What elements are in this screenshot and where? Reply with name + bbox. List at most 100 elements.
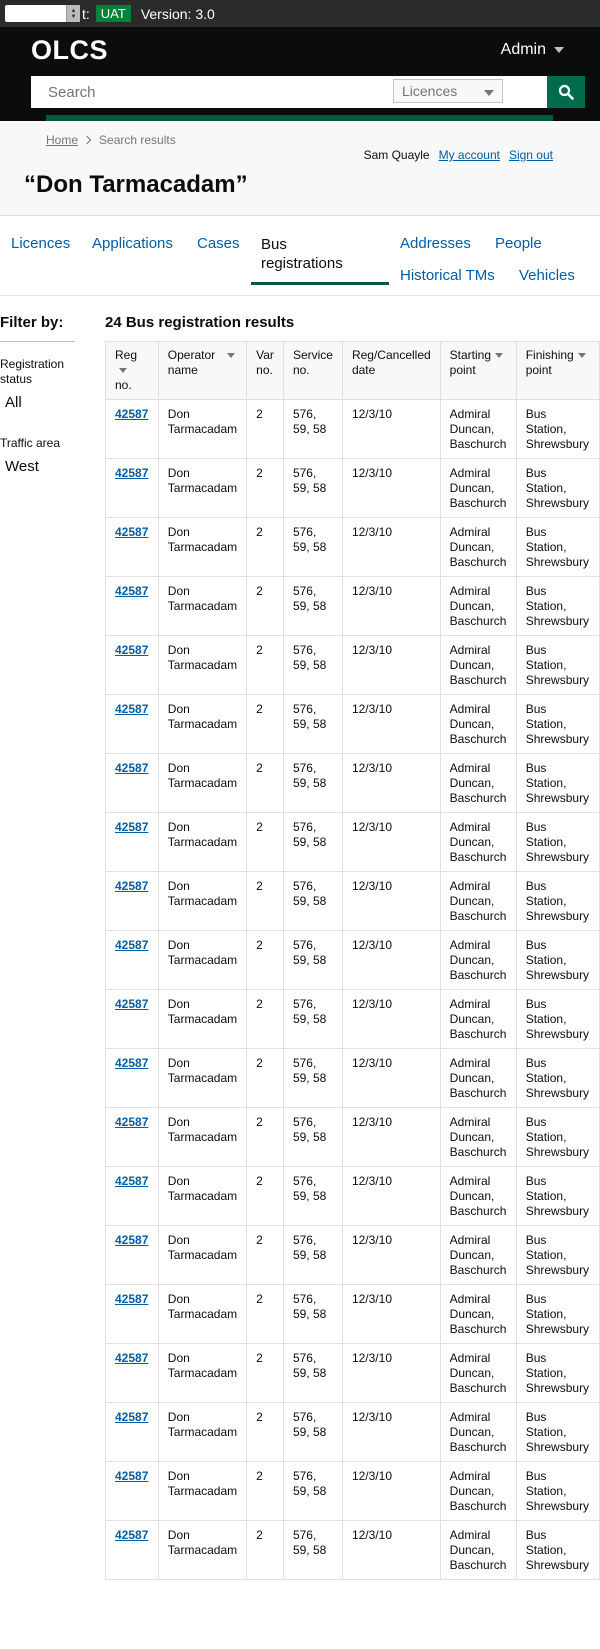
reg-no-link[interactable]: 42587 bbox=[115, 1115, 148, 1129]
cell-starting-point: Admiral Duncan, Baschurch bbox=[439, 635, 517, 695]
cell-date: 12/3/10 bbox=[341, 694, 441, 754]
column-header-var-no[interactable]: Var no. bbox=[246, 341, 284, 400]
column-header-reg-no[interactable]: Reg no. bbox=[105, 341, 159, 400]
reg-no-link[interactable]: 42587 bbox=[115, 702, 148, 716]
cell-date: 12/3/10 bbox=[341, 399, 441, 459]
reg-no-link[interactable]: 42587 bbox=[115, 1233, 148, 1247]
tab-licences[interactable]: Licences bbox=[11, 235, 70, 252]
column-header-reg-cancelled-date[interactable]: Reg/Cancelled date bbox=[341, 341, 441, 400]
cell-operator-name: Don Tarmacadam bbox=[157, 576, 248, 636]
filter-registration-status-value[interactable]: All bbox=[5, 394, 22, 411]
cell-finishing-point: Bus Station, Shrewsbury bbox=[515, 1284, 600, 1344]
table-row: 42587 Don Tarmacadam 2 576, 59, 58 12/3/10… bbox=[105, 930, 600, 990]
environment-label: t: bbox=[82, 5, 90, 22]
reg-no-link[interactable]: 42587 bbox=[115, 820, 148, 834]
column-header-starting-point[interactable]: Starting point bbox=[439, 341, 517, 400]
cell-reg-no: 42587 bbox=[105, 1166, 159, 1226]
cell-reg-no: 42587 bbox=[105, 1107, 159, 1167]
table-row: 42587 Don Tarmacadam 2 576, 59, 58 12/3/10… bbox=[105, 871, 600, 931]
filter-registration-status-label: Registration status bbox=[0, 357, 65, 386]
reg-no-link[interactable]: 42587 bbox=[115, 1528, 148, 1542]
cell-starting-point: Admiral Duncan, Baschurch bbox=[439, 517, 517, 577]
cell-operator-name: Don Tarmacadam bbox=[157, 517, 248, 577]
column-header-finishing-point[interactable]: Finishing point bbox=[515, 341, 600, 400]
cell-var-no: 2 bbox=[246, 1107, 284, 1167]
sign-out-link[interactable]: Sign out bbox=[509, 148, 553, 162]
table-row: 42587 Don Tarmacadam 2 576, 59, 58 12/3/10… bbox=[105, 812, 600, 872]
filter-traffic-area-label: Traffic area bbox=[0, 436, 61, 450]
environment-select[interactable]: ▲ ▼ bbox=[5, 5, 80, 22]
cell-reg-no: 42587 bbox=[105, 1225, 159, 1285]
tab-people[interactable]: People bbox=[495, 235, 542, 252]
cell-reg-no: 42587 bbox=[105, 1461, 159, 1521]
column-header-operator-name[interactable]: Operator name bbox=[157, 341, 248, 400]
cell-var-no: 2 bbox=[246, 812, 284, 872]
cell-reg-no: 42587 bbox=[105, 399, 159, 459]
cell-reg-no: 42587 bbox=[105, 1343, 159, 1403]
reg-no-link[interactable]: 42587 bbox=[115, 643, 148, 657]
cell-finishing-point: Bus Station, Shrewsbury bbox=[515, 635, 600, 695]
search-button[interactable] bbox=[547, 76, 585, 108]
sort-icon bbox=[577, 353, 586, 359]
cell-reg-no: 42587 bbox=[105, 1520, 159, 1580]
sort-icon bbox=[119, 368, 127, 374]
cell-starting-point: Admiral Duncan, Baschurch bbox=[439, 930, 517, 990]
reg-no-link[interactable]: 42587 bbox=[115, 466, 148, 480]
table-row: 42587 Don Tarmacadam 2 576, 59, 58 12/3/10… bbox=[105, 1225, 600, 1285]
cell-finishing-point: Bus Station, Shrewsbury bbox=[515, 694, 600, 754]
cell-var-no: 2 bbox=[246, 458, 284, 518]
my-account-link[interactable]: My account bbox=[439, 148, 500, 162]
results-table: Reg no. Operator name Var no. Service no. Re… bbox=[105, 341, 600, 1580]
cell-operator-name: Don Tarmacadam bbox=[157, 694, 248, 754]
filter-traffic-area-value[interactable]: West bbox=[5, 458, 39, 475]
reg-no-link[interactable]: 42587 bbox=[115, 761, 148, 775]
tab-addresses[interactable]: Addresses bbox=[400, 235, 471, 252]
tab-cases[interactable]: Cases bbox=[197, 235, 240, 252]
search-input[interactable]: Search Licences bbox=[31, 76, 547, 108]
reg-no-link[interactable]: 42587 bbox=[115, 584, 148, 598]
tab-applications[interactable]: Applications bbox=[92, 235, 173, 252]
search-type-select[interactable]: Licences bbox=[393, 79, 503, 103]
cell-reg-no: 42587 bbox=[105, 989, 159, 1049]
reg-no-link[interactable]: 42587 bbox=[115, 997, 148, 1011]
olcs-logo[interactable]: OLCS bbox=[31, 35, 108, 66]
cell-service-no: 576, 59, 58 bbox=[282, 399, 343, 459]
cell-reg-no: 42587 bbox=[105, 930, 159, 990]
table-header-row: Reg no. Operator name Var no. Service no. Re… bbox=[105, 341, 600, 400]
reg-no-link[interactable]: 42587 bbox=[115, 525, 148, 539]
column-header-service-no[interactable]: Service no. bbox=[282, 341, 343, 400]
user-nav: Sam Quayle My account Sign out bbox=[364, 148, 553, 162]
breadcrumb-home-link[interactable]: Home bbox=[46, 133, 78, 147]
reg-no-link[interactable]: 42587 bbox=[115, 1469, 148, 1483]
reg-no-link[interactable]: 42587 bbox=[115, 938, 148, 952]
cell-date: 12/3/10 bbox=[341, 753, 441, 813]
cell-starting-point: Admiral Duncan, Baschurch bbox=[439, 1166, 517, 1226]
cell-starting-point: Admiral Duncan, Baschurch bbox=[439, 812, 517, 872]
admin-menu[interactable]: Admin bbox=[501, 41, 564, 59]
cell-var-no: 2 bbox=[246, 1048, 284, 1108]
filter-divider bbox=[0, 341, 75, 342]
tab-vehicles[interactable]: Vehicles bbox=[519, 267, 575, 284]
cell-service-no: 576, 59, 58 bbox=[282, 930, 343, 990]
reg-no-link[interactable]: 42587 bbox=[115, 879, 148, 893]
environment-bar: ▲ ▼ t: UAT Version: 3.0 bbox=[0, 0, 600, 27]
reg-no-link[interactable]: 42587 bbox=[115, 407, 148, 421]
table-row: 42587 Don Tarmacadam 2 576, 59, 58 12/3/10… bbox=[105, 1343, 600, 1403]
reg-no-link[interactable]: 42587 bbox=[115, 1351, 148, 1365]
tab-historical-tms[interactable]: Historical TMs bbox=[400, 267, 495, 284]
cell-date: 12/3/10 bbox=[341, 1107, 441, 1167]
cell-finishing-point: Bus Station, Shrewsbury bbox=[515, 1225, 600, 1285]
environment-badge: UAT bbox=[95, 5, 131, 22]
cell-service-no: 576, 59, 58 bbox=[282, 635, 343, 695]
reg-no-link[interactable]: 42587 bbox=[115, 1410, 148, 1424]
admin-label: Admin bbox=[500, 41, 546, 58]
cell-date: 12/3/10 bbox=[341, 1461, 441, 1521]
tab-bus-registrations[interactable]: Bus registrations bbox=[261, 235, 343, 273]
cell-operator-name: Don Tarmacadam bbox=[157, 1461, 248, 1521]
reg-no-link[interactable]: 42587 bbox=[115, 1056, 148, 1070]
cell-var-no: 2 bbox=[246, 399, 284, 459]
cell-finishing-point: Bus Station, Shrewsbury bbox=[515, 1402, 600, 1462]
reg-no-link[interactable]: 42587 bbox=[115, 1292, 148, 1306]
reg-no-link[interactable]: 42587 bbox=[115, 1174, 148, 1188]
cell-reg-no: 42587 bbox=[105, 694, 159, 754]
